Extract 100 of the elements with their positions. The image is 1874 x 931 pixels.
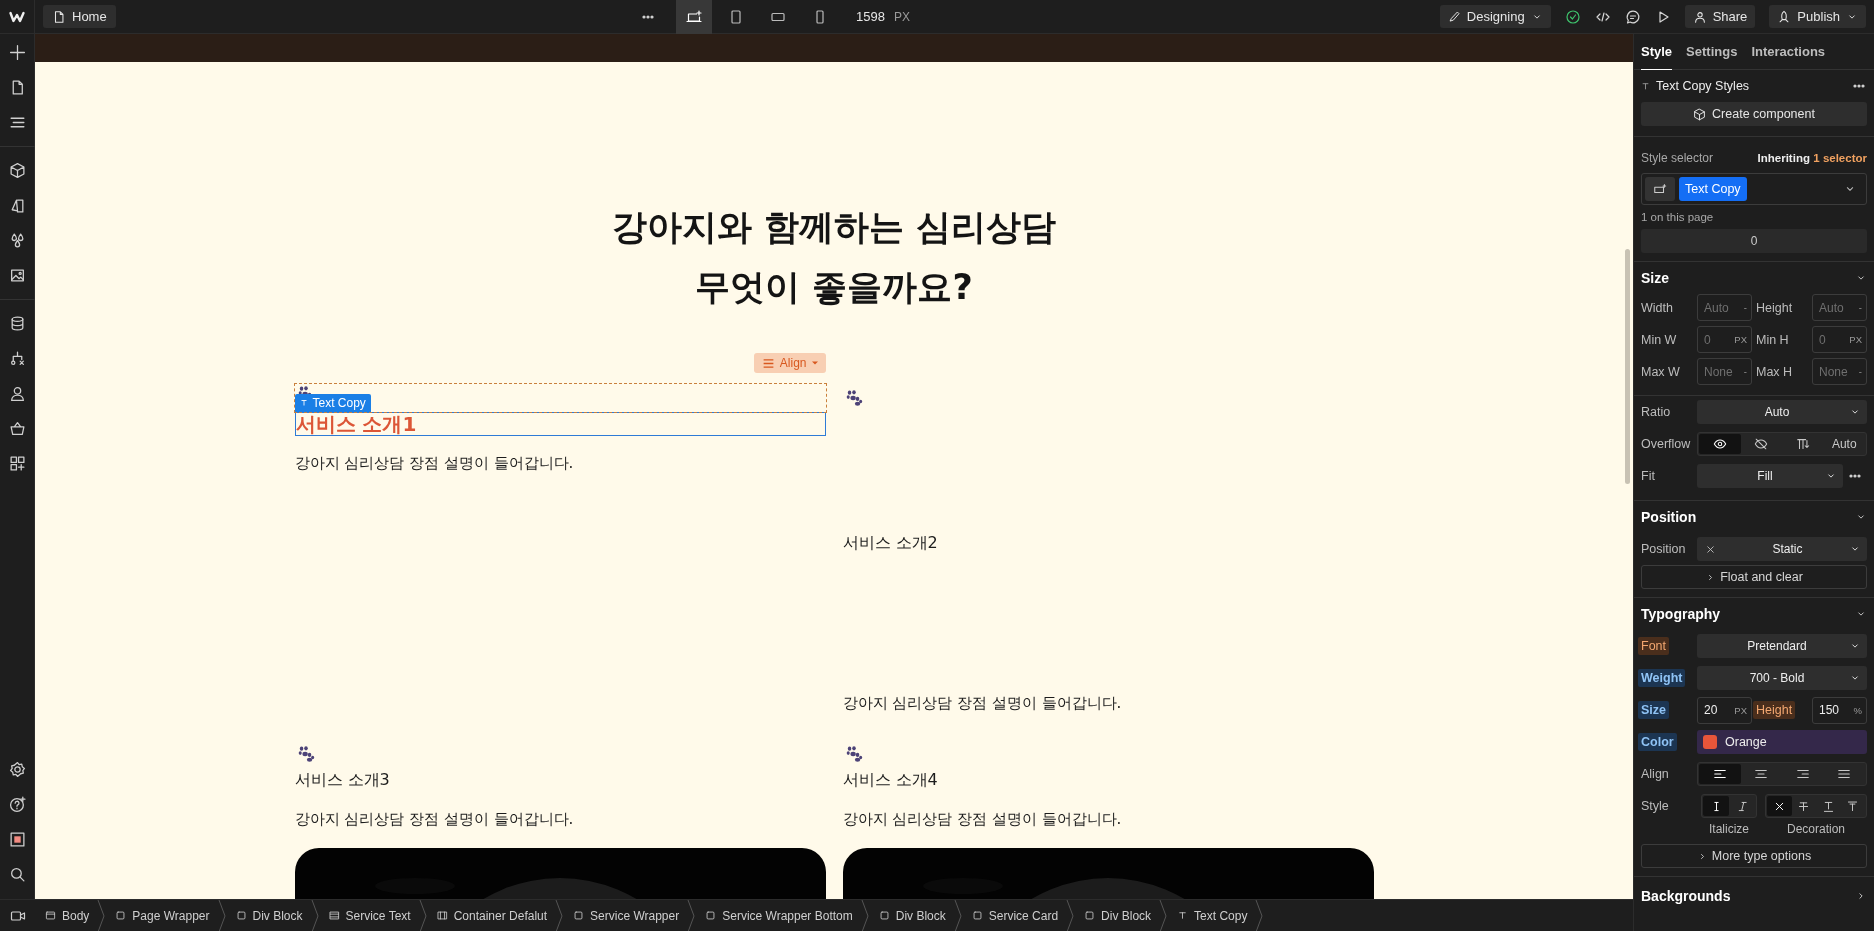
size-field[interactable]: 0 PX [1697,326,1752,353]
record-icon[interactable] [8,831,26,848]
class-chip[interactable]: Text Copy [1679,177,1747,201]
page-button[interactable]: Home [43,5,116,28]
caret-icon [811,360,818,366]
text-icon [1641,81,1650,91]
field-label: Min W [1641,332,1678,347]
desktop-icon [686,8,702,25]
inherit-count-link[interactable]: 1 selector [1813,152,1867,164]
user-icon [1692,9,1707,24]
size-input[interactable]: Auto [1704,300,1744,315]
box-icon [573,910,585,921]
field-label: Width [1641,300,1674,315]
paw-icon [844,390,863,406]
publish-button[interactable]: Publish [1769,5,1866,28]
check-icon[interactable] [1564,8,1581,25]
breadcrumb-item[interactable]: Service Text [318,899,419,931]
size-field[interactable]: None - [1812,358,1867,385]
font-size-input[interactable]: 20 [1704,703,1735,717]
breadcrumb-item[interactable]: Service Wrapper Bottom [695,899,861,931]
field-label: Position [1641,542,1687,556]
share-button[interactable]: Share [1684,5,1756,28]
cube-icon[interactable] [8,162,26,179]
ratio-dropdown[interactable]: Auto [1697,400,1867,424]
decoration-option[interactable] [1767,796,1792,816]
font-dropdown[interactable]: Pretendard [1697,634,1867,658]
basket-icon[interactable] [8,420,26,437]
panel-tab[interactable]: Style [1641,34,1673,70]
field-label: Fit [1641,469,1656,483]
align-right-icon [1795,767,1810,781]
create-component-button[interactable]: Create component [1641,102,1867,126]
selector-field[interactable]: Text Copy [1641,173,1867,205]
field-label: Align [1641,767,1670,781]
spacing-box[interactable]: 0 [1641,229,1867,253]
breadcrumb-item[interactable]: Container Defalut [426,899,556,931]
apps-icon[interactable] [8,455,26,472]
size-field[interactable]: Auto - [1812,294,1867,321]
align-option[interactable] [1699,764,1741,784]
breadcrumb-item[interactable]: Div Block [868,899,954,931]
element-type-button[interactable] [1645,177,1675,201]
font-size-field[interactable]: 20 PX [1697,696,1752,724]
mode-dropdown[interactable]: Designing [1439,5,1551,28]
add-icon[interactable] [8,44,26,61]
size-input[interactable]: 0 [1704,332,1735,347]
breadcrumb-item[interactable]: Body [35,899,98,931]
help-icon[interactable] [8,796,26,813]
breadcrumb-separator [555,899,564,931]
size-field[interactable]: Auto - [1697,294,1752,321]
italic-option[interactable] [1703,796,1729,816]
breadcrumb-item[interactable]: Service Wrapper [563,899,688,931]
scrollbar[interactable] [1625,249,1630,484]
selection-tag: Text Copy [294,394,371,412]
line-height-input[interactable]: 150 [1819,703,1854,717]
card-description: 강아지 심리상담 장점 설명이 들어갑니다. [294,453,575,474]
breakpoint-button[interactable] [676,0,712,34]
overflow-option[interactable]: Auto [1823,434,1865,454]
breadcrumb-item[interactable]: Service Card [961,899,1067,931]
color-picker[interactable]: Orange [1697,730,1867,754]
unit-label: - [1858,366,1862,377]
fit-dropdown[interactable]: Fill [1697,464,1843,488]
overflow-option[interactable] [1699,434,1741,454]
size-input[interactable]: None [1704,364,1744,379]
comment-icon[interactable] [1624,8,1641,25]
field-label: Weight [1638,669,1686,687]
more-type-options-button[interactable]: More type options [1641,844,1867,868]
line-height-field[interactable]: 150 % [1812,696,1867,724]
box-icon [971,910,983,921]
align-justify-icon [1837,767,1852,781]
text-icon [1177,910,1189,921]
align-center-icon [1754,767,1769,781]
page-heading: 강아지와 함께하는 심리상담 무엇이 좋을까요? [610,206,1058,309]
breadcrumb-item[interactable]: Div Block [1074,899,1160,931]
card-title: 서비스 소개2 [842,532,939,554]
breadcrumb-item[interactable]: Div Block [225,899,311,931]
logic-icon[interactable] [8,350,26,367]
section-title: Position [1641,509,1697,525]
weight-dropdown[interactable]: 700 - Bold [1697,666,1867,690]
card-description: 강아지 심리상담 장점 설명이 들어갑니다. [842,693,1123,714]
panel-tab[interactable]: Settings [1686,34,1738,70]
inheriting-label: Inheriting [1757,152,1810,164]
panel-tab[interactable]: Interactions [1751,34,1826,70]
settings-icon[interactable] [8,761,26,778]
field-label: Font [1638,637,1669,655]
search-icon[interactable] [8,866,26,883]
float-and-clear-button[interactable]: Float and clear [1641,565,1867,589]
close-icon [1705,543,1716,555]
size-input[interactable]: Auto [1819,300,1859,315]
size-field[interactable]: None - [1697,358,1752,385]
field-label: Max W [1641,364,1681,379]
box-icon [1084,910,1096,921]
size-input[interactable]: 0 [1819,332,1850,347]
section-title: Backgrounds [1641,888,1731,904]
position-dropdown[interactable]: Static [1697,537,1867,561]
size-input[interactable]: None [1819,364,1859,379]
user-icon[interactable] [8,385,26,402]
field-label: Color [1638,733,1677,751]
size-field[interactable]: 0 PX [1812,326,1867,353]
image-icon[interactable] [8,267,26,284]
breadcrumb-item[interactable]: Page Wrapper [105,899,218,931]
breadcrumb-item[interactable]: Text Copy [1167,899,1256,931]
